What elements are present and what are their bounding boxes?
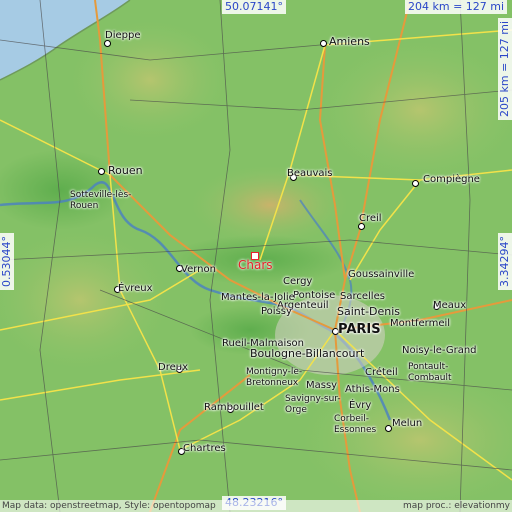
city-mantes-la-jolie: Mantes-la-Jolie	[221, 292, 295, 303]
city-melun: Melun	[392, 418, 423, 429]
attribution-bar: Map data: openstreetmap, Style: opentopo…	[0, 500, 512, 512]
city-creil: Creil	[359, 213, 382, 224]
city-savigny: Savigny-sur- Orge	[285, 394, 341, 415]
city-marker	[320, 40, 327, 47]
coord-right: 3.34294°	[498, 233, 512, 290]
city-evreux: Évreux	[118, 283, 153, 294]
city-massy: Massy	[306, 380, 338, 391]
city-montigny: Montigny-le- Bretonneux	[246, 367, 303, 388]
map-view[interactable]: Amiens Dieppe Rouen Sotteville-lès- Roue…	[0, 0, 512, 512]
city-paris: PARIS	[338, 322, 381, 337]
scale-vertical: 205 km = 127 mi	[498, 17, 512, 120]
city-marker	[98, 168, 105, 175]
city-corbeil-essonnes: Corbeil- Essonnes	[334, 414, 377, 435]
city-boulogne-billancourt: Boulogne-Billancourt	[250, 347, 365, 360]
city-evry: Évry	[349, 400, 372, 411]
scale-horizontal: 204 km = 127 mi	[405, 0, 508, 14]
city-meaux: Meaux	[433, 300, 467, 311]
attribution-processing: map proc.: elevationmy	[402, 501, 510, 511]
coord-top: 50.07141°	[222, 0, 286, 14]
city-sotteville: Sotteville-lès- Rouen	[70, 190, 132, 211]
city-beauvais: Beauvais	[287, 168, 333, 179]
city-rambouillet: Rambouillet	[204, 402, 264, 413]
city-saint-denis: Saint-Denis	[337, 305, 401, 318]
city-goussainville: Goussainville	[348, 269, 415, 280]
city-sarcelles: Sarcelles	[340, 291, 385, 302]
city-marker	[104, 40, 111, 47]
city-marker	[385, 425, 392, 432]
city-vernon: Vernon	[181, 264, 216, 275]
city-chartres: Chartres	[183, 443, 226, 454]
city-dreux: Dreux	[158, 362, 188, 373]
city-poissy: Poissy	[261, 306, 292, 317]
city-marker	[358, 223, 365, 230]
city-pontault-combault: Pontault- Combault	[408, 362, 452, 383]
city-noisy-le-grand: Noisy-le-Grand	[402, 345, 477, 356]
coord-left: 0.53044°	[0, 233, 14, 290]
city-marker	[412, 180, 419, 187]
city-cergy: Cergy	[283, 276, 313, 287]
city-chars-highlight: Chars	[238, 258, 273, 272]
city-athis-mons: Athis-Mons	[345, 384, 400, 395]
city-rouen: Rouen	[108, 164, 143, 177]
city-montfermeil: Montfermeil	[390, 318, 451, 329]
attribution-map-data: Map data: openstreetmap, Style: opentopo…	[2, 501, 216, 511]
city-amiens: Amiens	[329, 35, 370, 48]
city-creteil: Créteil	[365, 367, 398, 378]
city-dieppe: Dieppe	[105, 30, 141, 41]
city-compiegne: Compiègne	[423, 174, 480, 185]
